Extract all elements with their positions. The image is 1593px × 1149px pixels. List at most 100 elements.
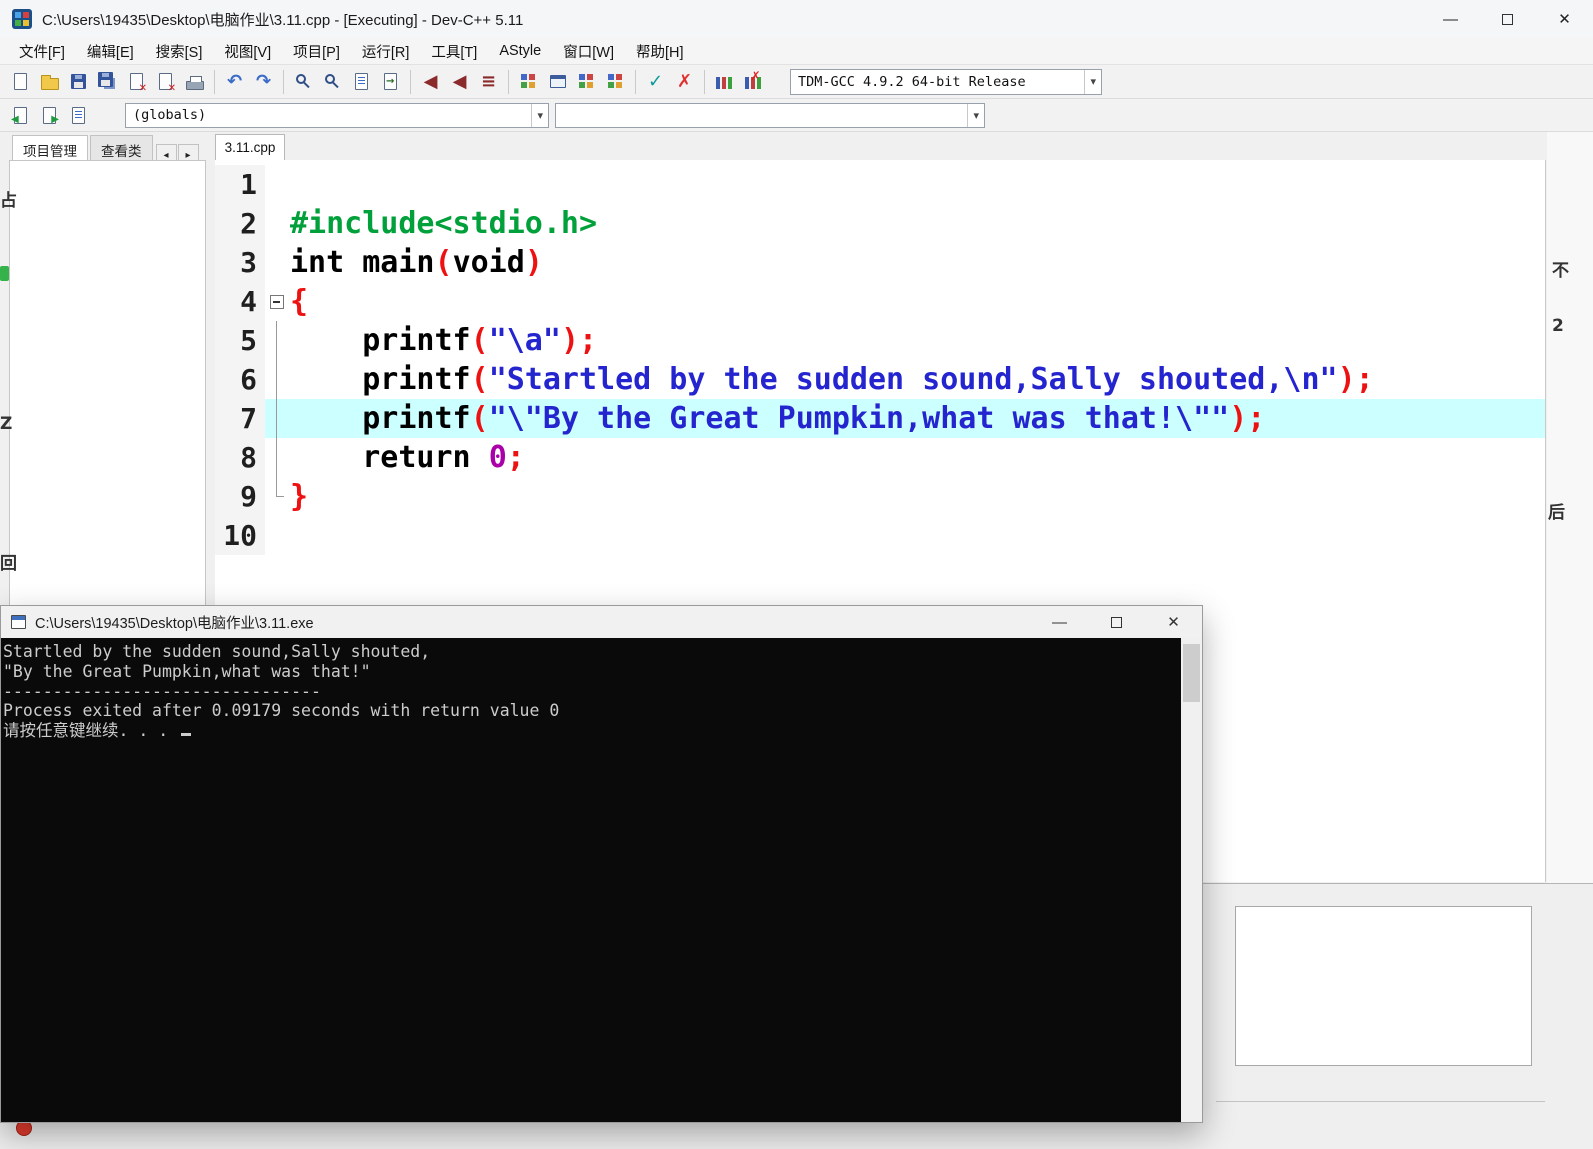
goto-line-button[interactable] (376, 68, 405, 96)
console-close-button[interactable]: ✕ (1145, 606, 1202, 638)
code-line-5[interactable]: 5 printf("\a"); (215, 321, 1545, 360)
edge-artifact: 后 (1548, 503, 1565, 523)
run-icon (549, 75, 566, 88)
run-button[interactable] (543, 68, 572, 96)
close-button[interactable]: ✕ (1536, 0, 1593, 38)
maximize-button[interactable] (1479, 0, 1536, 38)
line-number: 2 (215, 204, 265, 243)
goto-declaration-icon (11, 106, 27, 125)
chevron-down-icon: ▾ (967, 103, 984, 127)
abort-compilation-button[interactable]: ✗ (670, 68, 699, 96)
compile-run-icon (578, 73, 585, 80)
editor-tab[interactable]: 3.11.cpp (215, 134, 285, 160)
undo-button[interactable]: ↶ (220, 68, 249, 96)
code-token: } (290, 479, 309, 514)
find-in-files-button[interactable] (318, 68, 347, 96)
compiler-select[interactable]: TDM-GCC 4.9.2 64-bit Release ▾ (790, 68, 1102, 95)
menu-item[interactable]: 工具[T] (420, 37, 488, 66)
console-line: "By the Great Pumpkin,what was that!" (3, 661, 371, 681)
code-token: printf (290, 323, 471, 358)
open-button[interactable] (35, 68, 64, 96)
code-line-4[interactable]: 4{ (215, 282, 1545, 321)
console-icon (11, 615, 26, 629)
syntax-check-button[interactable]: ✓ (641, 68, 670, 96)
console-cursor (181, 733, 192, 737)
maximize-icon (1111, 616, 1122, 628)
code-line-3[interactable]: 3 int main(void) (215, 243, 1545, 282)
abort-parsing-button[interactable] (64, 101, 93, 129)
code-line-1[interactable]: 1 (215, 165, 1545, 204)
code-lines: 1 2 #include<stdio.h> 3 int main(void) 4{5 pr… (215, 160, 1545, 555)
close-all-button[interactable] (151, 68, 180, 96)
redo-icon: ↷ (255, 70, 272, 92)
edge-artifact: 2 (1552, 316, 1564, 336)
console-maximize-button[interactable] (1088, 606, 1145, 638)
window-controls: — ✕ (1422, 0, 1593, 38)
save-all-button[interactable] (93, 68, 122, 96)
code-token: "\a" (488, 323, 561, 358)
code-line-6[interactable]: 6 printf("Startled by the sudden sound,S… (215, 360, 1545, 399)
undo-icon: ↶ (226, 70, 243, 92)
goto-declaration-button[interactable] (6, 101, 35, 129)
compile-run-button[interactable] (572, 68, 601, 96)
find-icon (296, 74, 306, 84)
code-line-10[interactable]: 10 (215, 516, 1545, 555)
menu-item[interactable]: 视图[V] (213, 37, 282, 66)
menu-item[interactable]: 窗口[W] (552, 37, 625, 66)
menu-item[interactable]: AStyle (488, 39, 552, 63)
menu-item[interactable]: 帮助[H] (625, 37, 695, 66)
toolbar-main: ↶ ↷ ◀ ◀ ≡ ✓ ✗ TDM-GCC 4.9.2 64-bit Release ▾ (0, 65, 1593, 99)
back-button[interactable]: ◀ (416, 68, 445, 96)
line-number: 1 (215, 165, 265, 204)
edge-artifact: Z (0, 414, 13, 434)
back-icon: ◀ (423, 70, 438, 92)
goto-implementation-button[interactable] (35, 101, 64, 129)
redo-button[interactable]: ↷ (249, 68, 278, 96)
code-token: ( (470, 323, 489, 358)
delete-profiling-button[interactable] (739, 68, 768, 96)
menu-item[interactable]: 编辑[E] (76, 37, 145, 66)
replace-button[interactable] (347, 68, 376, 96)
compile-button[interactable] (514, 68, 543, 96)
menu-item[interactable]: 搜索[S] (145, 37, 214, 66)
delete-profiling-icon (744, 69, 761, 89)
bookmark-list-button[interactable]: ≡ (474, 68, 503, 96)
save-button[interactable] (64, 68, 93, 96)
close-button[interactable] (122, 68, 151, 96)
line-number: 6 (215, 360, 265, 399)
fold-margin (265, 165, 290, 204)
abort-parsing-icon (72, 106, 85, 124)
goto-implementation-icon (43, 106, 59, 125)
find-button[interactable] (289, 68, 318, 96)
code-line-8[interactable]: 8 return 0; (215, 438, 1545, 477)
code-line-9[interactable]: 9} (215, 477, 1545, 516)
fold-margin (265, 477, 290, 516)
code-line-7[interactable]: 7 printf("\"By the Great Pumpkin,what wa… (215, 399, 1545, 438)
code-text: printf("Startled by the sudden sound,Sal… (290, 360, 1545, 399)
code-token: main (344, 245, 435, 280)
code-text: printf("\"By the Great Pumpkin,what was … (290, 399, 1545, 438)
rebuild-all-button[interactable] (601, 68, 630, 96)
profile-icon (715, 76, 720, 89)
forward-button[interactable]: ◀ (445, 68, 474, 96)
console-body[interactable]: Startled by the sudden sound,Sally shout… (1, 638, 1202, 1122)
console-scrollbar[interactable] (1181, 638, 1202, 1122)
fold-margin (265, 204, 290, 243)
menu-item[interactable]: 项目[P] (282, 37, 351, 66)
menu-item[interactable]: 文件[F] (8, 37, 76, 66)
new-file-button[interactable] (6, 68, 35, 96)
code-token: 0 (488, 440, 507, 475)
minimize-button[interactable]: — (1422, 0, 1479, 38)
globals-select[interactable]: (globals) ▾ (125, 102, 549, 128)
fold-margin[interactable] (265, 282, 290, 321)
console-minimize-button[interactable]: — (1031, 606, 1088, 638)
menu-item[interactable]: 运行[R] (351, 37, 421, 66)
code-text: printf("\a"); (290, 321, 1545, 360)
window-title: C:\Users\19435\Desktop\电脑作业\3.11.cpp - [… (42, 11, 524, 29)
members-select[interactable]: ▾ (555, 102, 985, 128)
code-line-2[interactable]: 2 #include<stdio.h> (215, 204, 1545, 243)
console-scrollbar-thumb[interactable] (1183, 644, 1200, 702)
profile-button[interactable] (710, 68, 739, 96)
print-button[interactable] (180, 68, 209, 96)
console-titlebar[interactable]: C:\Users\19435\Desktop\电脑作业\3.11.exe — ✕ (1, 606, 1202, 638)
